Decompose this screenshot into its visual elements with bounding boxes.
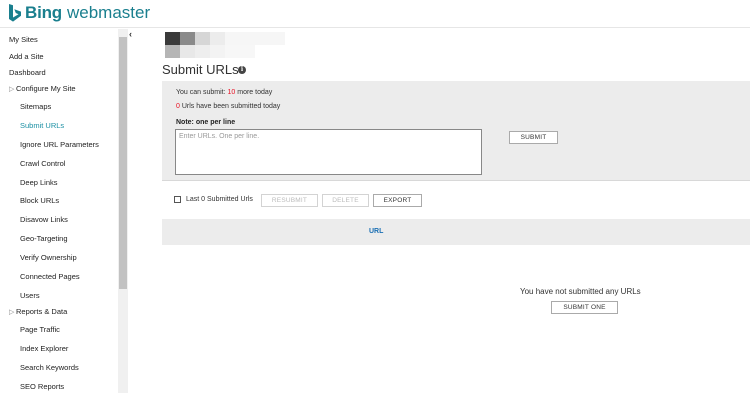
info-icon[interactable]: i [238, 66, 246, 74]
column-header-url[interactable]: URL [369, 228, 383, 235]
sidebar-scrollbar[interactable] [118, 29, 128, 393]
sidebar-item-my-sites[interactable]: My Sites [9, 35, 38, 44]
bing-logo-icon [9, 4, 21, 22]
sidebar-item-submit-urls[interactable]: Submit URLs [20, 121, 64, 130]
quota-suffix: more today [235, 89, 273, 96]
sidebar-scroll-thumb[interactable] [119, 37, 127, 289]
sidebar-item-seo-reports[interactable]: SEO Reports [20, 382, 64, 391]
empty-state-message: You have not submitted any URLs [520, 287, 641, 296]
sidebar-item-block-urls[interactable]: Block URLs [20, 196, 59, 205]
sidebar-item-geo-targeting[interactable]: Geo-Targeting [20, 234, 68, 243]
sidebar-group-label: Configure My Site [16, 84, 76, 93]
sidebar-item-add-a-site[interactable]: Add a Site [9, 52, 44, 61]
sidebar-item-connected-pages[interactable]: Connected Pages [20, 272, 80, 281]
brand-bing-text: Bing [25, 3, 62, 22]
brand-product-text: webmaster [66, 3, 151, 22]
sidebar-item-users[interactable]: Users [20, 291, 40, 300]
sidebar-item-verify-ownership[interactable]: Verify Ownership [20, 253, 77, 262]
chevron-right-icon: ▷ [9, 86, 15, 93]
sidebar-item-search-keywords[interactable]: Search Keywords [20, 363, 79, 372]
quota-prefix: You can submit: [176, 89, 228, 96]
brand-logo[interactable]: Bing webmaster [8, 3, 150, 23]
submitted-suffix: Urls have been submitted today [179, 103, 281, 110]
sidebar-item-disavow-links[interactable]: Disavow Links [20, 215, 68, 224]
sidebar-item-sitemaps[interactable]: Sitemaps [20, 102, 51, 111]
sidebar-group-reports-data[interactable]: ▷ Reports & Data [9, 307, 67, 316]
sidebar-item-crawl-control[interactable]: Crawl Control [20, 159, 65, 168]
collapse-chevron-icon[interactable]: ‹ [129, 29, 132, 39]
sidebar-group-label: Reports & Data [16, 307, 68, 316]
sidebar-group-configure-my-site[interactable]: ▷ Configure My Site [9, 84, 76, 93]
submit-button[interactable]: SUBMIT [509, 131, 558, 144]
sidebar: My Sites Add a Site Dashboard ▷ Configure… [0, 29, 135, 393]
delete-button[interactable]: DELETE [322, 194, 369, 207]
sidebar-item-page-traffic[interactable]: Page Traffic [20, 325, 60, 334]
table-header: URL [162, 219, 750, 245]
quota-text: You can submit: 10 more today [176, 89, 272, 96]
top-bar: Bing webmaster [0, 0, 750, 28]
sidebar-item-deep-links[interactable]: Deep Links [20, 178, 58, 187]
resubmit-button[interactable]: RESUBMIT [261, 194, 318, 207]
page-title: Submit URLs [162, 62, 239, 77]
sidebar-item-ignore-url-parameters[interactable]: Ignore URL Parameters [20, 140, 99, 149]
urls-textarea[interactable] [175, 129, 482, 175]
select-all-checkbox[interactable] [174, 196, 181, 203]
last-submitted-label: Last 0 Submitted Urls [186, 196, 253, 203]
submit-panel: You can submit: 10 more today 0 Urls hav… [162, 81, 750, 181]
note-label: Note: one per line [176, 119, 236, 126]
submitted-today-text: 0 Urls have been submitted today [176, 103, 280, 110]
main-content: Submit URLs i You can submit: 10 more to… [135, 29, 750, 393]
sidebar-item-dashboard[interactable]: Dashboard [9, 68, 46, 77]
chevron-right-icon: ▷ [9, 309, 15, 316]
submit-one-button[interactable]: SUBMIT ONE [551, 301, 618, 314]
sidebar-item-index-explorer[interactable]: Index Explorer [20, 344, 68, 353]
export-button[interactable]: EXPORT [373, 194, 422, 207]
sidebar-nav: My Sites Add a Site Dashboard ▷ Configure… [0, 29, 118, 393]
